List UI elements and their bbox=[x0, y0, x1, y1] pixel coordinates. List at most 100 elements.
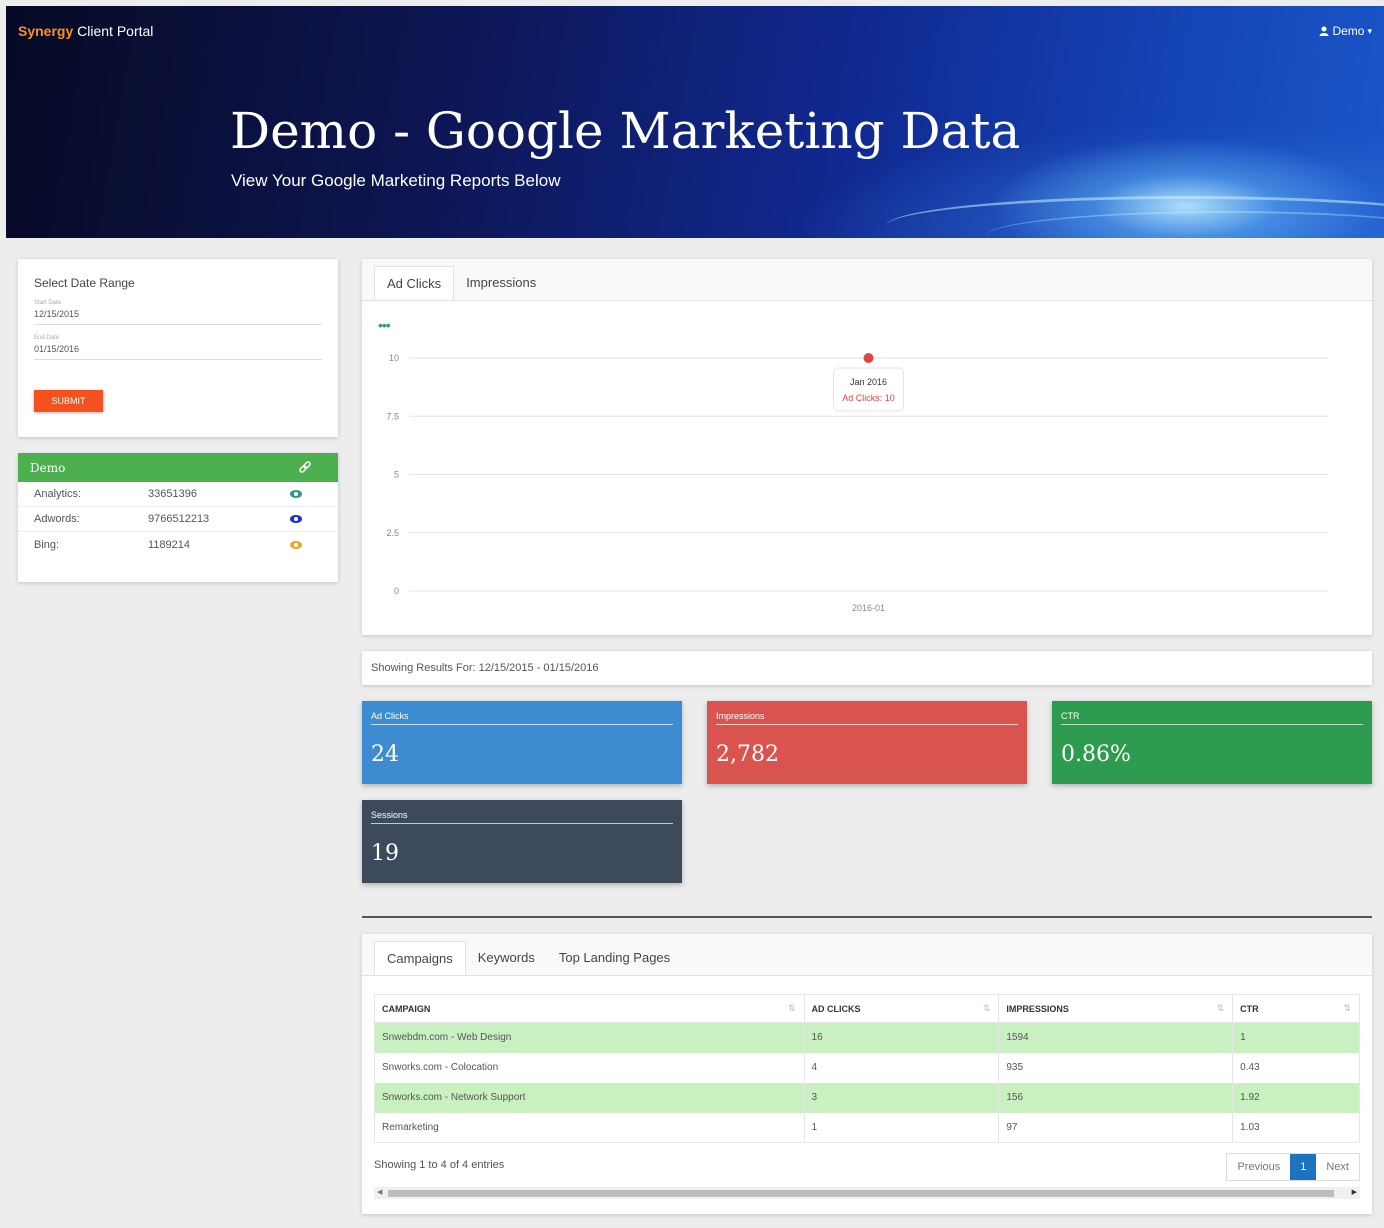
stat-tile-ad-clicks: Ad Clicks 24 bbox=[362, 701, 682, 784]
column-header-impressions[interactable]: IMPRESSIONS ⇅ bbox=[998, 994, 1234, 1023]
chart-tooltip bbox=[833, 367, 904, 412]
table-body: Snwebdm.com - Web Design 16 1594 1 Snworks.c… bbox=[374, 1022, 1360, 1143]
column-header-label: CAMPAIGN bbox=[382, 1003, 431, 1014]
table-row[interactable]: Snwebdm.com - Web Design 16 1594 1 bbox=[374, 1022, 1360, 1053]
entries-info: Showing 1 to 4 of 4 entries bbox=[374, 1159, 505, 1171]
stat-tile-ctr: CTR 0.86% bbox=[1052, 701, 1372, 784]
tab-ad-clicks[interactable]: Ad Clicks bbox=[374, 266, 455, 300]
table-cell: Snwebdm.com - Web Design bbox=[374, 1022, 805, 1053]
section-divider bbox=[362, 916, 1372, 918]
brand-suffix: Client Portal bbox=[73, 23, 154, 39]
brand-logo[interactable]: Synergy Client Portal bbox=[18, 23, 153, 39]
ad-clicks-chart: 0 2.5 5 7.5 10 2016-01 Jan 2016 Ad Clicks: 10 bbox=[386, 353, 1328, 613]
chevron-down-icon: ▾ bbox=[1367, 25, 1372, 36]
account-row-label: Bing: bbox=[34, 538, 60, 551]
chart-card: Ad Clicks Impressions ••• 0 2.5 5 7.5 10 2016-… bbox=[362, 259, 1372, 635]
account-rows: Analytics: 33651396 Adwords: 9766512213 Bing… bbox=[18, 482, 338, 557]
table-cell: 0.43 bbox=[1232, 1052, 1360, 1083]
column-header-label: AD CLICKS bbox=[811, 1003, 861, 1014]
table-card: Campaigns Keywords Top Landing Pages CAMPA… bbox=[362, 934, 1372, 1214]
stat-tile-impressions: Impressions 2,782 bbox=[707, 701, 1027, 784]
table-cell: 3 bbox=[803, 1082, 1000, 1113]
start-date-label: Start Date bbox=[34, 300, 62, 306]
stat-label: Ad Clicks bbox=[371, 701, 673, 725]
horizontal-scrollbar[interactable]: ◀ ▶ bbox=[374, 1187, 1360, 1199]
table-tabs: Campaigns Keywords Top Landing Pages bbox=[362, 934, 1372, 976]
sort-icon[interactable]: ⇅ bbox=[1343, 1003, 1351, 1014]
hero-banner: Synergy Client Portal Demo ▾ Demo - Goog… bbox=[6, 6, 1384, 238]
table-cell: 97 bbox=[998, 1112, 1234, 1143]
page-1-button[interactable]: 1 bbox=[1290, 1154, 1317, 1180]
campaigns-table: CAMPAIGN ⇅ AD CLICKS ⇅ IMPRESSIONS ⇅ CTR ⇅ Snwe… bbox=[374, 994, 1360, 1143]
start-date-input[interactable]: 12/15/2015 bbox=[34, 309, 322, 319]
page-subtitle: View Your Google Marketing Reports Below bbox=[231, 171, 561, 190]
link-icon[interactable] bbox=[298, 460, 312, 475]
y-tick-label: 2.5 bbox=[386, 528, 399, 538]
eye-icon[interactable] bbox=[290, 540, 302, 549]
eye-icon[interactable] bbox=[290, 515, 302, 523]
next-page-button[interactable]: Next bbox=[1316, 1154, 1359, 1180]
tab-keywords[interactable]: Keywords bbox=[466, 941, 547, 975]
user-menu[interactable]: Demo ▾ bbox=[1319, 24, 1372, 38]
table-cell: Snworks.com - Network Support bbox=[374, 1082, 805, 1113]
scroll-right-icon[interactable]: ▶ bbox=[1352, 1187, 1357, 1199]
tooltip-title: Jan 2016 bbox=[850, 377, 887, 387]
date-range-heading: Select Date Range bbox=[34, 276, 135, 290]
table-cell: Snworks.com - Colocation bbox=[374, 1052, 805, 1083]
column-header-label: IMPRESSIONS bbox=[1006, 1003, 1069, 1014]
tab-top-landing-pages[interactable]: Top Landing Pages bbox=[547, 941, 682, 975]
results-range-bar: Showing Results For: 12/15/2015 - 01/15/… bbox=[362, 651, 1372, 685]
account-name: Demo bbox=[30, 460, 66, 475]
table-row[interactable]: Snworks.com - Colocation 4 935 0.43 bbox=[374, 1052, 1360, 1083]
stat-tile-sessions: Sessions 19 bbox=[362, 800, 682, 883]
table-cell: 1594 bbox=[998, 1022, 1234, 1053]
previous-page-button[interactable]: Previous bbox=[1227, 1154, 1290, 1180]
account-row-value: 1189214 bbox=[148, 538, 191, 551]
table-cell: 1.92 bbox=[1232, 1082, 1360, 1113]
scroll-left-icon[interactable]: ◀ bbox=[377, 1187, 382, 1199]
end-date-input[interactable]: 01/15/2016 bbox=[34, 344, 322, 354]
table-row[interactable]: Remarketing 1 97 1.03 bbox=[374, 1112, 1360, 1143]
table-cell: 16 bbox=[803, 1022, 1000, 1053]
account-row-value: 33651396 bbox=[148, 488, 197, 500]
scrollbar-thumb[interactable] bbox=[388, 1190, 1334, 1197]
account-row-label: Analytics: bbox=[34, 488, 82, 500]
account-row-label: Adwords: bbox=[34, 513, 80, 525]
table-row[interactable]: Snworks.com - Network Support 3 156 1.92 bbox=[374, 1082, 1360, 1113]
start-date-field[interactable]: Start Date 12/15/2015 bbox=[34, 300, 322, 325]
table-cell: 935 bbox=[998, 1052, 1234, 1083]
sort-icon[interactable]: ⇅ bbox=[983, 1003, 991, 1014]
column-header-ad-clicks[interactable]: AD CLICKS ⇅ bbox=[803, 994, 1000, 1023]
table-cell: 4 bbox=[803, 1052, 1000, 1083]
stat-label: Sessions bbox=[371, 800, 673, 824]
data-point[interactable] bbox=[863, 353, 874, 363]
column-header-label: CTR bbox=[1240, 1003, 1259, 1014]
y-tick-label: 7.5 bbox=[386, 411, 399, 421]
y-tick-label: 5 bbox=[394, 470, 399, 480]
chart-tabs: Ad Clicks Impressions bbox=[362, 259, 1372, 301]
account-header: Demo bbox=[18, 453, 338, 482]
user-name: Demo bbox=[1332, 24, 1365, 38]
submit-button[interactable]: SUBMIT bbox=[34, 390, 103, 412]
stat-label: Impressions bbox=[716, 701, 1018, 725]
tab-campaigns[interactable]: Campaigns bbox=[374, 941, 466, 975]
date-range-card: Select Date Range Start Date 12/15/2015 … bbox=[18, 259, 338, 437]
account-card: Demo Analytics: 33651396 Adwords: 976651221… bbox=[18, 453, 338, 582]
eye-icon[interactable] bbox=[290, 490, 302, 498]
table-cell: 156 bbox=[998, 1082, 1234, 1113]
end-date-field[interactable]: End Date 01/15/2016 bbox=[34, 335, 322, 360]
table-cell: Remarketing bbox=[374, 1112, 805, 1143]
pagination: Previous 1 Next bbox=[1226, 1153, 1360, 1181]
tooltip-value: Ad Clicks: 10 bbox=[842, 393, 895, 403]
sort-icon[interactable]: ⇅ bbox=[1217, 1003, 1225, 1014]
column-header-campaign[interactable]: CAMPAIGN ⇅ bbox=[374, 994, 805, 1023]
stat-value: 0.86% bbox=[1061, 742, 1131, 767]
table-header-row: CAMPAIGN ⇅ AD CLICKS ⇅ IMPRESSIONS ⇅ CTR ⇅ bbox=[374, 994, 1360, 1023]
tab-impressions[interactable]: Impressions bbox=[454, 266, 548, 300]
account-row: Adwords: 9766512213 bbox=[18, 507, 338, 532]
stat-value: 24 bbox=[371, 742, 399, 767]
account-row: Analytics: 33651396 bbox=[18, 482, 338, 507]
page-title: Demo - Google Marketing Data bbox=[230, 102, 1021, 160]
sort-icon[interactable]: ⇅ bbox=[788, 1003, 796, 1014]
column-header-ctr[interactable]: CTR ⇅ bbox=[1232, 994, 1360, 1023]
